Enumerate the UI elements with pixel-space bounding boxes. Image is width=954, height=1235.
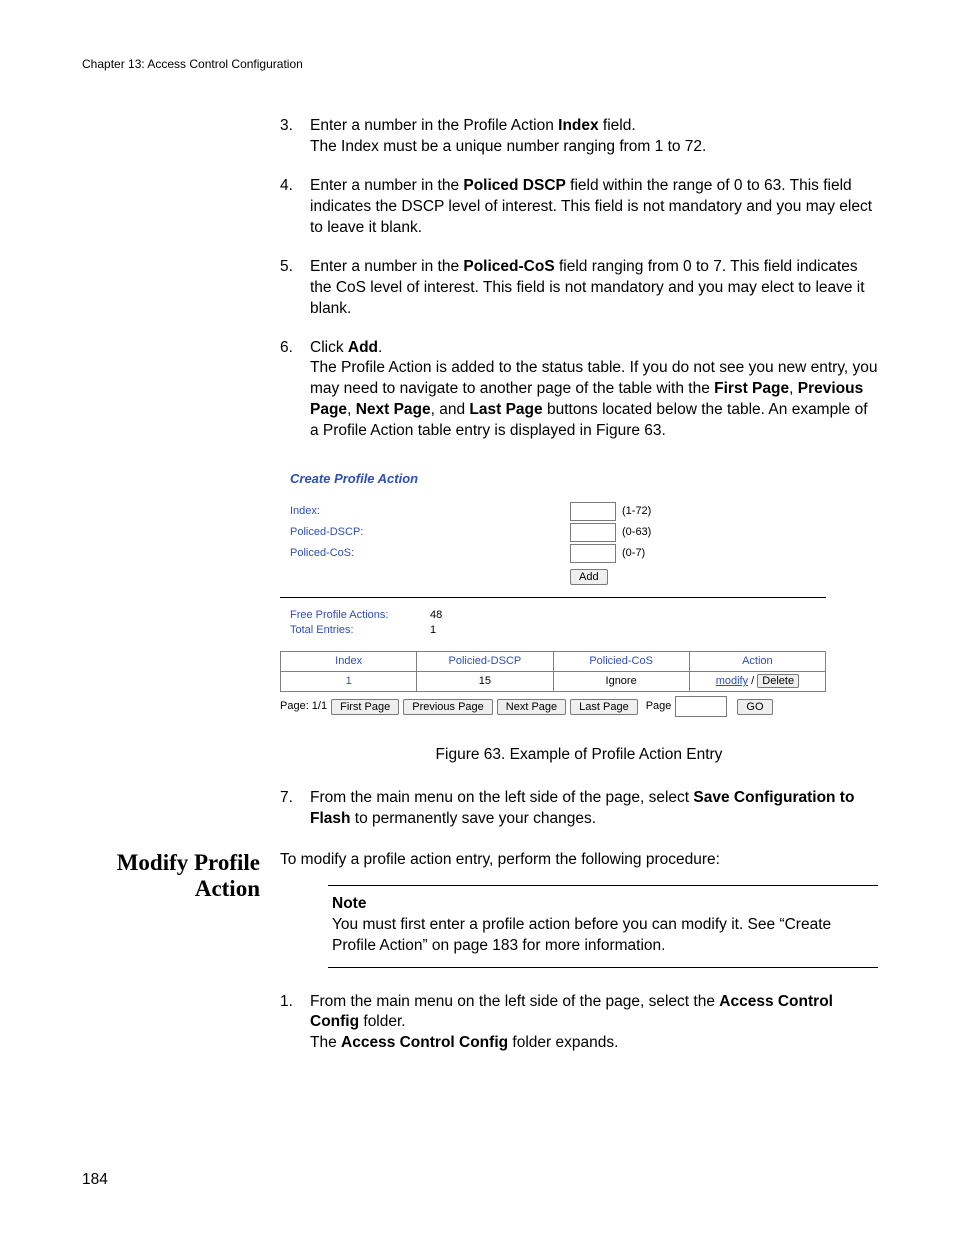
step-4-a: Enter a number in the	[310, 177, 463, 194]
total-entries-value: 1	[430, 623, 436, 638]
step-7: 7. From the main menu on the left side o…	[280, 788, 878, 830]
step-6-sep2: ,	[347, 401, 356, 418]
step-6: 6. Click Add. The Profile Action is adde…	[280, 338, 878, 443]
heading-line2: Action	[195, 876, 260, 901]
step-6-last: Last Page	[469, 401, 542, 418]
step-7-num: 7.	[280, 788, 293, 809]
note-body: You must first enter a profile action be…	[332, 915, 874, 957]
figure-caption: Figure 63. Example of Profile Action Ent…	[280, 745, 878, 766]
free-actions-label: Free Profile Actions:	[290, 608, 430, 623]
profile-action-table: Index Policied-DSCP Policied-CoS Action …	[280, 651, 826, 692]
step-3-tail: field.	[599, 117, 636, 134]
index-input[interactable]	[570, 502, 616, 521]
total-entries-label: Total Entries:	[290, 623, 430, 638]
cell-cos: Ignore	[553, 672, 689, 692]
modify-2a: The	[310, 1034, 341, 1051]
divider	[280, 597, 826, 598]
modify-2b: Access Control Config	[341, 1034, 508, 1051]
note-block: Note You must first enter a profile acti…	[328, 885, 878, 968]
step-4-b: Policed DSCP	[463, 177, 566, 194]
action-sep: /	[748, 675, 757, 687]
step-3-num: 3.	[280, 116, 293, 137]
col-dscp: Policied-DSCP	[417, 652, 553, 672]
dscp-range: (0-63)	[622, 525, 651, 540]
last-page-button[interactable]: Last Page	[570, 699, 638, 715]
step-7-a: From the main menu on the left side of t…	[310, 789, 693, 806]
delete-button[interactable]: Delete	[757, 674, 799, 688]
col-action: Action	[689, 652, 825, 672]
modify-1c: folder.	[359, 1013, 406, 1030]
previous-page-button[interactable]: Previous Page	[403, 699, 493, 715]
chapter-header: Chapter 13: Access Control Configuration	[82, 56, 878, 72]
step-6-next: Next Page	[356, 401, 431, 418]
page-word: Page	[646, 699, 672, 714]
step-3-line2: The Index must be a unique number rangin…	[310, 138, 706, 155]
modify-1a: From the main menu on the left side of t…	[310, 993, 719, 1010]
step-6-c: .	[378, 339, 382, 356]
step-6-num: 6.	[280, 338, 293, 359]
step-5-num: 5.	[280, 257, 293, 278]
step-6-sep3: , and	[431, 401, 470, 418]
go-button[interactable]: GO	[737, 699, 772, 715]
figure-63: Create Profile Action Index: (1-72) Poli…	[280, 470, 878, 766]
free-actions-value: 48	[430, 608, 442, 623]
modify-link[interactable]: modify	[716, 675, 748, 687]
table-header-row: Index Policied-DSCP Policied-CoS Action	[281, 652, 826, 672]
cell-dscp: 15	[417, 672, 553, 692]
cell-index: 1	[281, 672, 417, 692]
step-6-b: Add	[348, 339, 378, 356]
step-6-a: Click	[310, 339, 348, 356]
page-number-input[interactable]	[675, 696, 727, 717]
dscp-input[interactable]	[570, 523, 616, 542]
step-5: 5. Enter a number in the Policed-CoS fie…	[280, 257, 878, 320]
dscp-label: Policed-DSCP:	[290, 525, 570, 540]
figure-title: Create Profile Action	[290, 470, 826, 488]
heading-line1: Modify Profile	[117, 850, 260, 875]
step-6-sep1: ,	[789, 380, 798, 397]
page-label: Page: 1/1	[280, 699, 327, 714]
step-6-first: First Page	[714, 380, 789, 397]
modify-profile-action-heading: Modify Profile Action	[82, 850, 280, 903]
page-number: 184	[82, 1170, 108, 1191]
table-row: 1 15 Ignore modify / Delete	[281, 672, 826, 692]
cell-action: modify / Delete	[689, 672, 825, 692]
step-5-a: Enter a number in the	[310, 258, 463, 275]
modify-step-1: 1. From the main menu on the left side o…	[280, 992, 878, 1055]
step-3-text: Enter a number in the Profile Action	[310, 117, 558, 134]
col-index: Index	[281, 652, 417, 672]
index-label: Index:	[290, 504, 570, 519]
step-4-num: 4.	[280, 176, 293, 197]
cos-label: Policed-CoS:	[290, 546, 570, 561]
step-3: 3. Enter a number in the Profile Action …	[280, 116, 878, 158]
index-range: (1-72)	[622, 504, 651, 519]
add-button[interactable]: Add	[570, 569, 608, 585]
step-3-line1: Enter a number in the Profile Action Ind…	[310, 117, 636, 134]
note-label: Note	[332, 894, 874, 915]
next-page-button[interactable]: Next Page	[497, 699, 566, 715]
step-5-b: Policed-CoS	[463, 258, 554, 275]
modify-intro: To modify a profile action entry, perfor…	[280, 850, 878, 871]
col-cos: Policied-CoS	[553, 652, 689, 672]
step-7-c: to permanently save your changes.	[350, 810, 596, 827]
cos-range: (0-7)	[622, 546, 645, 561]
cos-input[interactable]	[570, 544, 616, 563]
first-page-button[interactable]: First Page	[331, 699, 399, 715]
modify-2c: folder expands.	[508, 1034, 618, 1051]
step-3-index: Index	[558, 117, 598, 134]
modify-step-1-num: 1.	[280, 992, 293, 1013]
step-4: 4. Enter a number in the Policed DSCP fi…	[280, 176, 878, 239]
